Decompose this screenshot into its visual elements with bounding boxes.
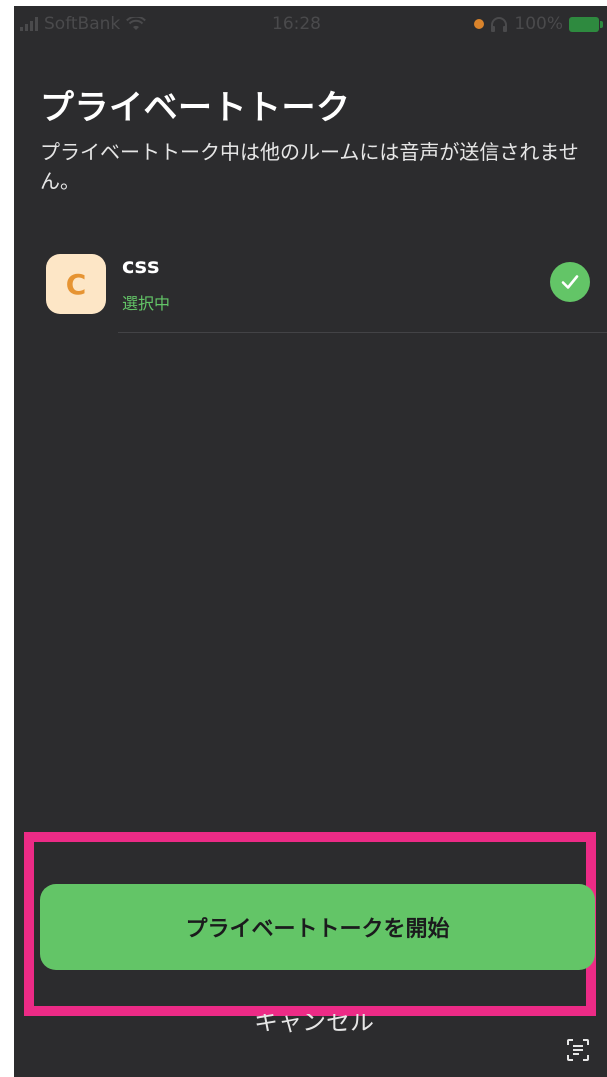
headphone-icon <box>491 17 508 32</box>
room-name: css <box>122 254 160 278</box>
status-bar: SoftBank 16:28 100% <box>14 6 607 42</box>
scan-text-icon[interactable] <box>566 1038 590 1062</box>
checkmark-glyph <box>561 275 579 289</box>
list-divider <box>118 332 607 333</box>
room-list-item[interactable]: C css 選択中 <box>14 242 607 334</box>
status-right: 100% <box>474 14 603 34</box>
check-icon[interactable] <box>550 262 590 302</box>
private-talk-screen: SoftBank 16:28 100% プライベートトーク プライベートトーク中… <box>14 6 607 1077</box>
page-title: プライベートトーク <box>40 88 351 128</box>
cancel-label: キャンセル <box>254 1014 374 1036</box>
cancel-button[interactable]: キャンセル <box>214 1014 414 1048</box>
start-private-talk-button[interactable]: プライベートトークを開始 <box>40 884 595 970</box>
room-status: 選択中 <box>122 294 171 313</box>
room-avatar: C <box>46 254 106 314</box>
page-description: プライベートトーク中は他のルームには音声が送信されません。 <box>40 140 579 193</box>
battery-percent: 100% <box>514 14 563 34</box>
battery-icon <box>569 16 603 32</box>
recording-dot-icon <box>474 19 485 29</box>
